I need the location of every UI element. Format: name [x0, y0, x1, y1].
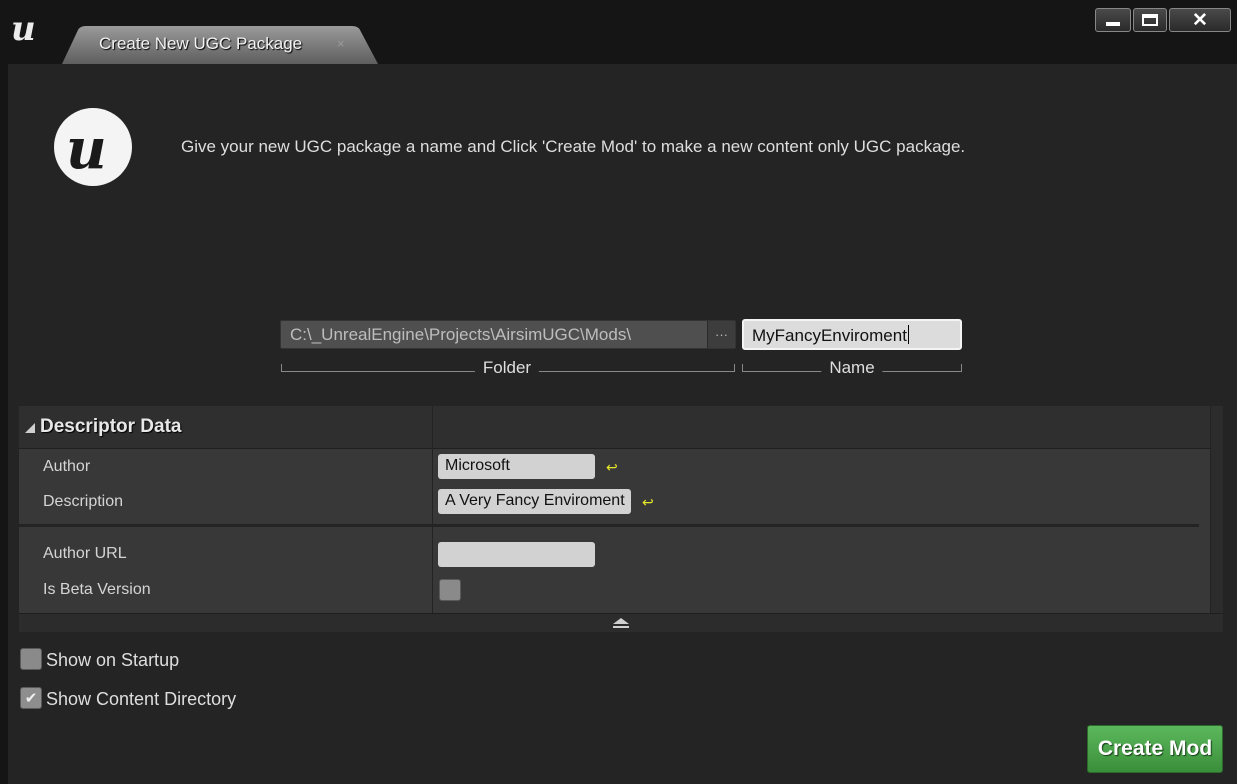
- svg-text:u: u: [11, 9, 36, 48]
- unreal-engine-u-icon: u: [66, 116, 107, 180]
- reset-to-default-icon[interactable]: ↩: [606, 460, 620, 474]
- tab-close-icon[interactable]: ×: [337, 36, 345, 51]
- description-field[interactable]: A Very Fancy Enviroment: [438, 489, 631, 514]
- maximize-icon: [1142, 14, 1158, 26]
- collapse-arrow-icon[interactable]: [25, 423, 35, 433]
- package-name-text: MyFancyEnviroment: [752, 325, 909, 346]
- author-url-field[interactable]: [438, 542, 595, 567]
- scrollbar-track[interactable]: [1210, 406, 1223, 613]
- tab-create-ugc-package[interactable]: Create New UGC Package ×: [62, 26, 378, 64]
- svg-text:u: u: [66, 116, 107, 180]
- descriptor-title: Descriptor Data: [40, 416, 182, 437]
- eject-arrow-icon: [613, 618, 629, 628]
- description-label: Description: [43, 493, 124, 510]
- show-content-directory-checkbox[interactable]: ✔: [20, 687, 42, 709]
- show-content-directory-label: Show Content Directory: [46, 689, 237, 709]
- text-caret: [907, 325, 909, 344]
- author-label: Author: [43, 458, 91, 475]
- tab-title: Create New UGC Package: [99, 34, 303, 53]
- checkmark-icon: ✔: [24, 690, 38, 707]
- descriptor-category-header[interactable]: Descriptor Data: [19, 406, 1223, 449]
- window-controls: ✕: [1095, 8, 1231, 32]
- show-on-startup-checkbox[interactable]: [20, 648, 42, 670]
- intro-text: Give your new UGC package a name and Cli…: [181, 137, 966, 156]
- folder-label: Folder: [474, 358, 540, 378]
- package-name-value: MyFancyEnviroment: [752, 326, 907, 345]
- title-bar[interactable]: u Create New UGC Package × ✕: [0, 0, 1237, 64]
- folder-path-field[interactable]: C:\_UnrealEngine\Projects\AirsimUGC\Mods…: [280, 320, 736, 349]
- show-on-startup-label: Show on Startup: [46, 650, 180, 670]
- close-icon: ✕: [1192, 9, 1208, 31]
- column-splitter[interactable]: [432, 406, 433, 449]
- beta-version-label: Is Beta Version: [43, 581, 151, 598]
- advanced-toggle[interactable]: [19, 613, 1223, 632]
- column-splitter[interactable]: [432, 449, 433, 613]
- author-url-label: Author URL: [43, 545, 127, 562]
- browse-folder-button[interactable]: ···: [707, 321, 735, 348]
- beta-version-checkbox[interactable]: [439, 579, 461, 601]
- folder-path-text: C:\_UnrealEngine\Projects\AirsimUGC\Mods…: [290, 325, 632, 344]
- close-button[interactable]: ✕: [1169, 8, 1231, 32]
- descriptor-data-panel: Descriptor Data Author Microsoft ↩ Descr…: [19, 406, 1223, 632]
- minimize-button[interactable]: [1095, 8, 1131, 32]
- reset-to-default-icon[interactable]: ↩: [642, 495, 656, 509]
- author-field[interactable]: Microsoft: [438, 454, 595, 479]
- package-name-input[interactable]: MyFancyEnviroment: [742, 319, 962, 350]
- advanced-separator: [19, 524, 1199, 527]
- maximize-button[interactable]: [1133, 8, 1167, 32]
- name-label: Name: [821, 358, 883, 378]
- unreal-engine-logo-icon: u: [11, 9, 36, 48]
- minimize-icon: [1106, 22, 1120, 26]
- create-mod-button[interactable]: Create Mod: [1087, 725, 1223, 773]
- unreal-engine-logo: u: [54, 108, 132, 186]
